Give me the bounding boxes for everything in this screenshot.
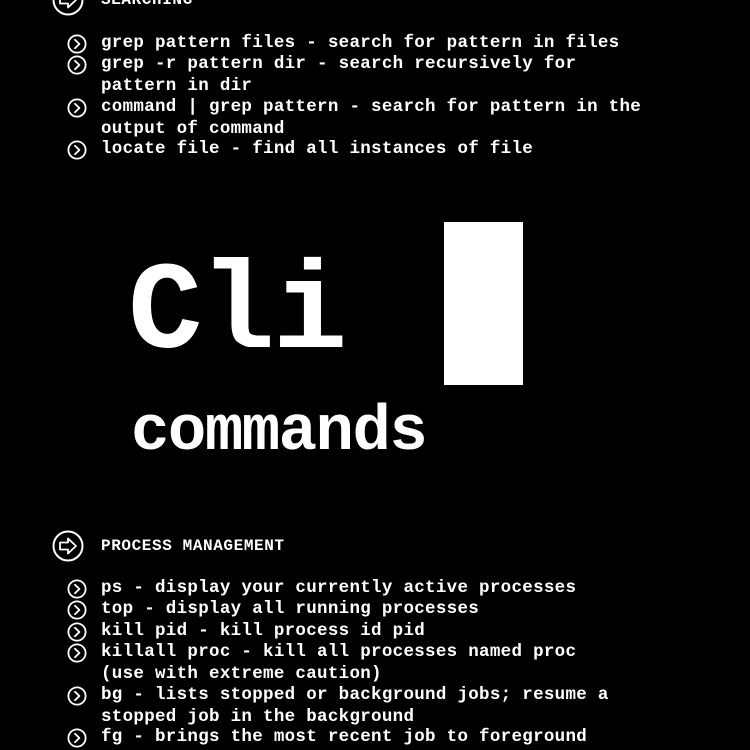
cli-commands-logo: Cli commands (128, 222, 528, 469)
circled-chevron-right-icon (67, 579, 87, 599)
list-item: ps - display your currently active proce… (67, 578, 737, 600)
searching-title: SEARCHING (101, 0, 193, 9)
circled-right-arrow-icon (52, 530, 84, 562)
circled-chevron-right-icon (67, 728, 87, 748)
list-item: killall proc - kill all processes named … (67, 642, 737, 685)
list-item: grep -r pattern dir - search recursively… (67, 54, 737, 97)
list-item-text: kill pid - kill process id pid (101, 621, 426, 641)
list-item-text: grep -r pattern dir - search recursively… (101, 54, 577, 96)
process-management-header: PROCESS MANAGEMENT (52, 530, 285, 562)
list-item-text: locate file - find all instances of file (101, 139, 534, 159)
list-item-text: grep pattern files - search for pattern … (101, 33, 620, 53)
list-item-text: ps - display your currently active proce… (101, 578, 577, 598)
list-item-text: fg - brings the most recent job to foreg… (101, 727, 588, 747)
circled-chevron-right-icon (67, 55, 87, 75)
list-item: kill pid - kill process id pid (67, 621, 737, 643)
searching-header: SEARCHING (52, 0, 193, 16)
process-management-title: PROCESS MANAGEMENT (101, 537, 285, 555)
list-item: locate file - find all instances of file (67, 139, 737, 161)
list-item-text: command | grep pattern - search for patt… (101, 97, 642, 139)
list-item: grep pattern files - search for pattern … (67, 33, 737, 55)
list-item-text: top - display all running processes (101, 599, 480, 619)
list-item-text: bg - lists stopped or background jobs; r… (101, 685, 609, 727)
circled-chevron-right-icon (67, 140, 87, 160)
circled-chevron-right-icon (67, 686, 87, 706)
logo-word: Cli (128, 245, 347, 385)
circled-chevron-right-icon (67, 34, 87, 54)
circled-right-arrow-icon (52, 0, 84, 16)
circled-chevron-right-icon (67, 622, 87, 642)
circled-chevron-right-icon (67, 643, 87, 663)
logo-subtitle: commands (131, 397, 428, 469)
list-item: top - display all running processes (67, 599, 737, 621)
list-item: fg - brings the most recent job to foreg… (67, 727, 737, 749)
list-item-text: killall proc - kill all processes named … (101, 642, 577, 684)
circled-chevron-right-icon (67, 600, 87, 620)
list-item: bg - lists stopped or background jobs; r… (67, 685, 737, 728)
terminal-cursor-block (444, 222, 523, 385)
circled-chevron-right-icon (67, 98, 87, 118)
list-item: command | grep pattern - search for patt… (67, 97, 737, 140)
